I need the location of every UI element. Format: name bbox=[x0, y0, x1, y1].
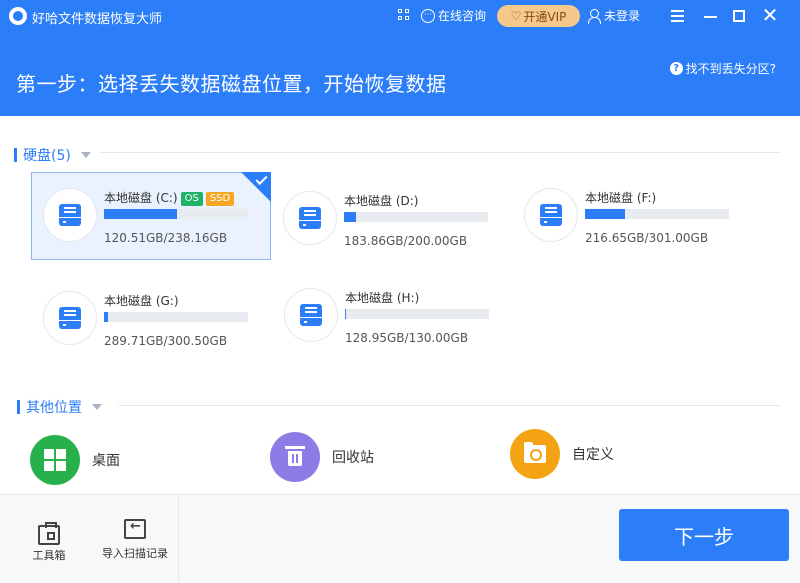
drive-name: 本地磁盘 (D:) bbox=[344, 194, 419, 208]
open-vip-button[interactable]: ♡ 开通VIP bbox=[497, 5, 580, 27]
trash-icon bbox=[270, 432, 320, 482]
menu-icon[interactable] bbox=[666, 4, 690, 28]
drive-size: 289.71GB/300.50GB bbox=[104, 334, 228, 348]
login-label: 未登录 bbox=[604, 9, 641, 23]
chevron-down-icon bbox=[80, 152, 91, 158]
drive-icon-circle bbox=[284, 192, 336, 244]
hard-drive-icon bbox=[59, 204, 81, 226]
disks-section-title: 硬盘(5) bbox=[23, 148, 71, 164]
section-marker bbox=[14, 148, 17, 162]
usage-bar bbox=[585, 209, 729, 219]
title-bar: 好哈文件数据恢复大师 ··· 在线咨询 ♡ 开通VIP 未登录 ✕ bbox=[0, 0, 800, 32]
import-scan-record-button[interactable]: 导入扫描记录 bbox=[98, 519, 172, 561]
other-section-title: 其他位置 bbox=[26, 400, 82, 416]
disks-section-header[interactable]: 硬盘(5) bbox=[14, 145, 91, 165]
diamond-icon: ♡ bbox=[510, 9, 522, 23]
drive-icon-circle bbox=[44, 292, 96, 344]
import-icon bbox=[124, 519, 146, 539]
drive-card-h[interactable]: 本地磁盘 (H:) 128.95GB/130.00GB bbox=[273, 273, 513, 361]
os-badge: OS bbox=[180, 192, 203, 206]
close-icon[interactable]: ✕ bbox=[758, 4, 782, 28]
hard-drive-icon bbox=[59, 307, 81, 329]
drive-name: 本地磁盘 (H:) bbox=[345, 291, 420, 305]
toolbox-button[interactable]: 工具箱 bbox=[28, 521, 70, 563]
usage-bar bbox=[104, 312, 248, 322]
usage-fill bbox=[344, 212, 356, 222]
maximize-icon[interactable] bbox=[727, 4, 751, 28]
chevron-down-icon bbox=[92, 404, 102, 410]
login-button[interactable]: 未登录 bbox=[588, 7, 640, 24]
section-marker bbox=[17, 400, 20, 414]
other-section-header[interactable]: 其他位置 bbox=[17, 397, 102, 417]
drive-card-g[interactable]: 本地磁盘 (G:) 289.71GB/300.50GB bbox=[32, 276, 272, 364]
missing-partition-link[interactable]: ? 找不到丢失分区? bbox=[669, 60, 776, 77]
divider bbox=[100, 152, 780, 153]
drive-card-f[interactable]: 本地磁盘 (F:) 216.65GB/301.00GB bbox=[513, 173, 753, 261]
folder-search-icon bbox=[510, 429, 560, 479]
drive-size: 120.51GB/238.16GB bbox=[104, 231, 228, 245]
usage-fill bbox=[104, 209, 177, 219]
drive-icon-circle bbox=[525, 189, 577, 241]
footer-bar: 工具箱 导入扫描记录 下一步 bbox=[0, 494, 800, 583]
drive-size: 128.95GB/130.00GB bbox=[345, 331, 469, 345]
app-logo-icon bbox=[9, 7, 27, 25]
usage-bar bbox=[345, 309, 489, 319]
location-custom[interactable]: 自定义 bbox=[510, 426, 710, 482]
divider bbox=[178, 495, 179, 583]
next-step-button[interactable]: 下一步 bbox=[619, 509, 789, 561]
drive-name: 本地磁盘 (F:) bbox=[585, 191, 657, 205]
open-vip-label: 开通VIP bbox=[523, 9, 567, 24]
drive-size: 216.65GB/301.00GB bbox=[585, 231, 709, 245]
grid-icon[interactable] bbox=[398, 9, 412, 23]
toolbox-icon bbox=[38, 522, 60, 545]
drive-size: 183.86GB/200.00GB bbox=[344, 234, 468, 248]
main-content: 硬盘(5) 本地磁盘 (C:) OS SSD 120.51GB/238.16GB 本… bbox=[0, 116, 800, 494]
divider bbox=[118, 405, 780, 406]
ssd-badge: SSD bbox=[205, 192, 235, 206]
location-label: 自定义 bbox=[572, 447, 614, 463]
usage-fill bbox=[345, 309, 346, 319]
toolbox-label: 工具箱 bbox=[32, 549, 66, 562]
location-label: 回收站 bbox=[332, 450, 374, 466]
online-consult-label: 在线咨询 bbox=[438, 9, 487, 23]
online-consult-button[interactable]: ··· 在线咨询 bbox=[421, 7, 486, 24]
step-title: 第一步：选择丢失数据磁盘位置，开始恢复数据 bbox=[16, 72, 447, 96]
location-desktop[interactable]: 桌面 bbox=[30, 432, 230, 488]
drive-icon-circle bbox=[44, 189, 96, 241]
drive-card-c[interactable]: 本地磁盘 (C:) OS SSD 120.51GB/238.16GB bbox=[31, 172, 271, 260]
step-header: 第一步：选择丢失数据磁盘位置，开始恢复数据 ? 找不到丢失分区? bbox=[0, 32, 800, 116]
usage-bar bbox=[104, 209, 248, 219]
usage-fill bbox=[585, 209, 626, 219]
hard-drive-icon bbox=[299, 207, 321, 229]
location-recycle-bin[interactable]: 回收站 bbox=[270, 429, 470, 485]
question-icon: ? bbox=[669, 62, 683, 75]
windows-icon bbox=[30, 435, 80, 485]
missing-partition-label: 找不到丢失分区? bbox=[685, 62, 776, 76]
user-icon bbox=[588, 9, 601, 24]
drive-name-text: 本地磁盘 (C:) bbox=[104, 191, 178, 205]
drive-icon-circle bbox=[285, 289, 337, 341]
chat-icon: ··· bbox=[421, 8, 435, 23]
app-title: 好哈文件数据恢复大师 bbox=[32, 12, 163, 27]
hard-drive-icon bbox=[540, 204, 562, 226]
usage-bar bbox=[344, 212, 488, 222]
drive-name: 本地磁盘 (C:) OS SSD bbox=[104, 189, 235, 206]
hard-drive-icon bbox=[300, 304, 322, 326]
drive-name: 本地磁盘 (G:) bbox=[104, 294, 179, 308]
import-scan-record-label: 导入扫描记录 bbox=[102, 547, 168, 560]
drive-card-d[interactable]: 本地磁盘 (D:) 183.86GB/200.00GB bbox=[272, 176, 512, 264]
minimize-icon[interactable] bbox=[699, 4, 723, 28]
usage-fill bbox=[104, 312, 109, 322]
location-label: 桌面 bbox=[92, 453, 120, 469]
